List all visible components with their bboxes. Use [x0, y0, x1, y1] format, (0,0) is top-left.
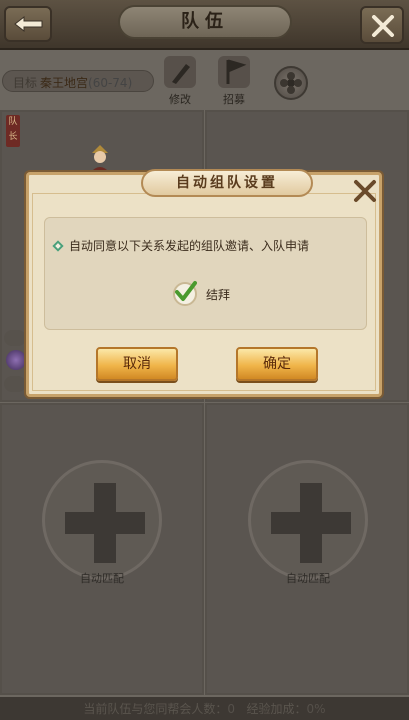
destination-value: 秦王地宫(60-74)	[40, 74, 132, 91]
confirm-label: 确定	[263, 356, 291, 372]
team-screen: 队伍 目标 秦王地宫(60-74) 修改 招募 队长 自动匹配 自动匹配 当前队…	[0, 0, 409, 720]
destination-name: 秦王地宫	[40, 76, 89, 90]
checkmark-icon	[175, 281, 197, 301]
brush-icon	[164, 56, 196, 88]
destination-bar[interactable]: 目标 秦王地宫(60-74)	[2, 70, 154, 92]
title-plate: 队伍	[118, 5, 292, 39]
team-settings-button[interactable]	[274, 66, 308, 100]
footer-bar: 当前队伍与您同帮会人数：0 经验加成：0%	[0, 697, 409, 720]
page-title: 队伍	[181, 11, 229, 32]
close-icon	[372, 15, 394, 37]
header-bar: 队伍	[0, 0, 409, 50]
back-button[interactable]	[4, 6, 52, 42]
side-pill-1	[4, 330, 26, 346]
dialog-close-button[interactable]	[351, 177, 379, 205]
guild-count-value: 0	[227, 702, 236, 716]
close-icon	[354, 180, 376, 202]
destination-level: (60-74)	[88, 76, 133, 90]
flower-icon	[280, 72, 302, 94]
auto-match-left-label: 自动匹配	[80, 572, 124, 585]
leader-tag: 队长	[6, 115, 20, 147]
edit-button[interactable]: 修改	[160, 56, 200, 106]
footer-info: 当前队伍与您同帮会人数：0 经验加成：0%	[0, 700, 409, 717]
guild-count-label: 当前队伍与您同帮会人数：	[83, 702, 228, 716]
exp-bonus-value: 0%	[306, 702, 326, 716]
cancel-label: 取消	[123, 356, 151, 372]
confirm-button[interactable]: 确定	[236, 347, 318, 381]
destination-label: 目标	[13, 76, 38, 90]
auto-match-right-label: 自动匹配	[286, 572, 330, 585]
exp-bonus-label: 经验加成：	[246, 702, 307, 716]
option-description: 自动同意以下关系发起的组队邀请、入队申请	[69, 239, 310, 253]
sworn-sibling-label: 结拜	[206, 288, 231, 302]
sworn-sibling-checkbox[interactable]	[173, 281, 197, 306]
diamond-bullet-icon	[52, 240, 64, 252]
cancel-button[interactable]: 取消	[96, 347, 178, 381]
leader-avatar	[86, 143, 114, 173]
dialog-title: 自动组队设置	[176, 175, 278, 191]
purple-orb-icon	[6, 350, 26, 370]
side-pill-2	[4, 376, 26, 392]
auto-match-right-button[interactable]	[248, 460, 368, 580]
close-button[interactable]	[360, 6, 404, 44]
flag-icon	[218, 56, 250, 88]
auto-team-dialog: 自动组队设置 自动同意以下关系发起的组队邀请、入队申请 结拜 取消 确定	[26, 169, 382, 397]
dialog-title-plate: 自动组队设置	[141, 169, 313, 197]
recruit-label: 招募	[223, 93, 245, 106]
edit-label: 修改	[169, 93, 191, 106]
auto-match-left-button[interactable]	[42, 460, 162, 580]
recruit-button[interactable]: 招募	[214, 56, 254, 106]
option-panel: 自动同意以下关系发起的组队邀请、入队申请 结拜	[44, 217, 367, 330]
back-arrow-icon	[14, 15, 43, 33]
